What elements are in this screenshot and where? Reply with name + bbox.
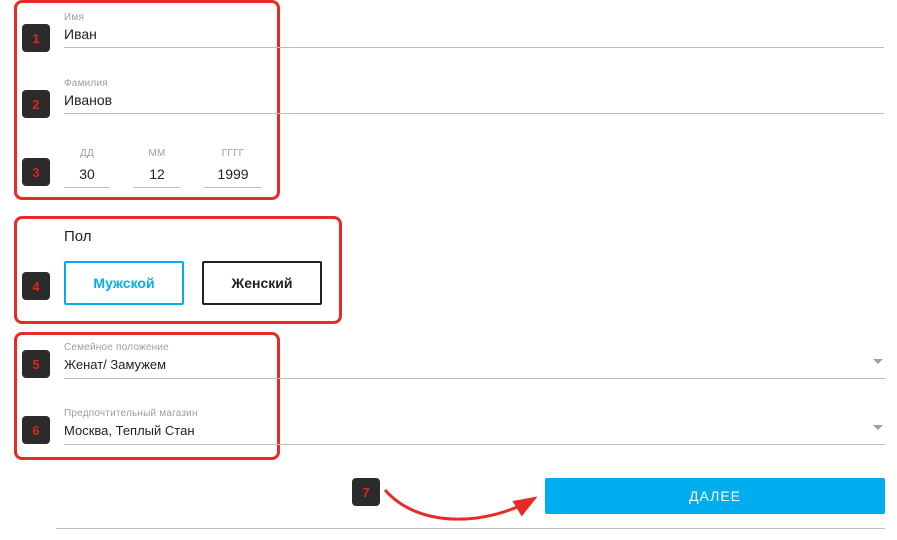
store-label: Предпочтительный магазин	[64, 408, 885, 419]
field-surname: Фамилия	[64, 78, 884, 114]
surname-label: Фамилия	[64, 78, 884, 89]
dob-year: ГГГГ	[204, 148, 262, 188]
dob-year-input[interactable]	[204, 163, 262, 188]
marker-4-label: 4	[32, 279, 39, 294]
arrow-icon	[380, 480, 550, 530]
gender-female-button[interactable]: Женский	[202, 261, 322, 305]
marker-1-label: 1	[32, 31, 39, 46]
dob-year-label: ГГГГ	[222, 148, 244, 159]
dob-month-input[interactable]	[134, 163, 180, 188]
marker-5-label: 5	[32, 357, 39, 372]
dob-day-input[interactable]	[64, 163, 110, 188]
chevron-down-icon	[873, 359, 883, 364]
marker-6-label: 6	[32, 423, 39, 438]
dob-month-label: ММ	[148, 148, 165, 159]
dob-day: ДД	[64, 148, 110, 188]
store-value: Москва, Теплый Стан	[64, 423, 195, 438]
name-label: Имя	[64, 12, 884, 23]
marker-4: 4	[22, 272, 50, 300]
dob-month: ММ	[134, 148, 180, 188]
gender-male-button[interactable]: Мужской	[64, 261, 184, 305]
marital-label: Семейное положение	[64, 342, 885, 353]
field-name: Имя	[64, 12, 884, 48]
gender-female-label: Женский	[232, 275, 293, 291]
gender-title: Пол	[64, 228, 322, 245]
marital-value: Женат/ Замужем	[64, 357, 166, 372]
store-select[interactable]: Москва, Теплый Стан	[64, 419, 885, 445]
dob-day-label: ДД	[80, 148, 94, 159]
marker-2-label: 2	[32, 97, 39, 112]
marker-1: 1	[22, 24, 50, 52]
marker-7-label: 7	[362, 485, 369, 500]
field-gender: Пол Мужской Женский	[64, 228, 322, 305]
next-button[interactable]: ДАЛЕЕ	[545, 478, 885, 514]
marker-6: 6	[22, 416, 50, 444]
next-button-label: ДАЛЕЕ	[689, 488, 741, 504]
field-store: Предпочтительный магазин Москва, Теплый …	[64, 408, 885, 445]
marital-select[interactable]: Женат/ Замужем	[64, 353, 885, 379]
field-marital: Семейное положение Женат/ Замужем	[64, 342, 885, 379]
marker-3-label: 3	[32, 165, 39, 180]
chevron-down-icon	[873, 425, 883, 430]
gender-male-label: Мужской	[93, 275, 154, 291]
marker-3: 3	[22, 158, 50, 186]
marker-7: 7	[352, 478, 380, 506]
field-dob: ДД ММ ГГГГ	[64, 148, 262, 188]
marker-2: 2	[22, 90, 50, 118]
name-input[interactable]	[64, 23, 884, 48]
marker-5: 5	[22, 350, 50, 378]
surname-input[interactable]	[64, 89, 884, 114]
